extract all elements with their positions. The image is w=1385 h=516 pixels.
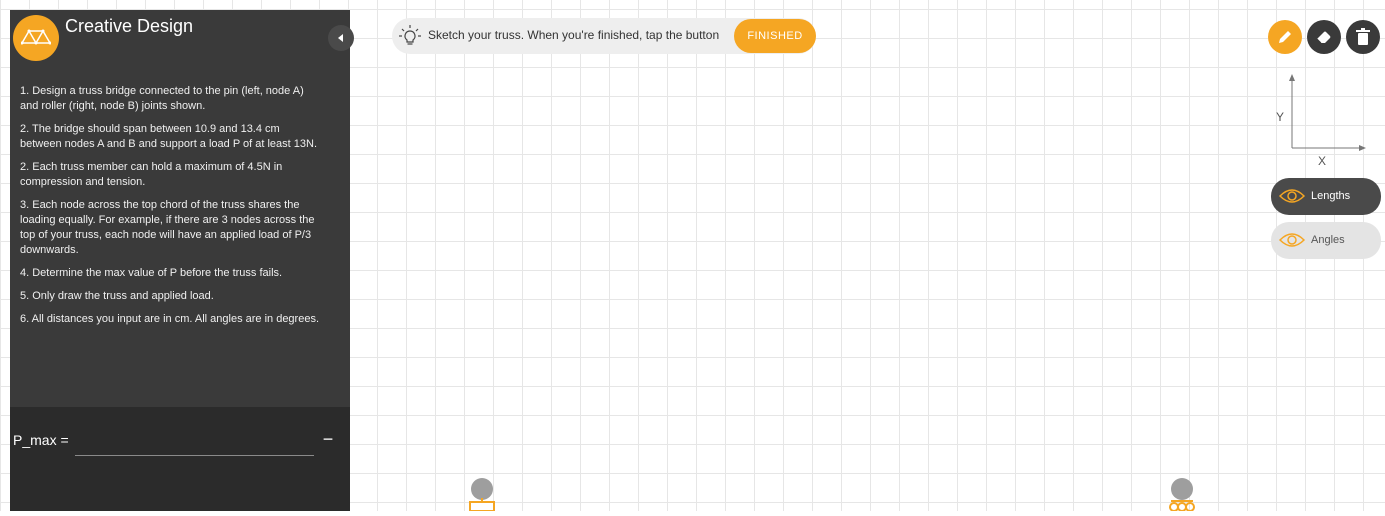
instruction-item: 2. The bridge should span between 10.9 a… [20,123,318,150]
roller-support-icon [1169,478,1195,512]
panel-title: Creative Design [65,16,194,36]
hint-bar: Sketch your truss. When you're finished,… [392,18,816,54]
pencil-tool-button[interactable] [1268,20,1302,54]
instruction-item: 5. Only draw the truss and applied load. [20,290,214,302]
instructions-panel: Creative Design 1. Design a truss bridge… [10,10,350,511]
instruction-item: 1. Design a truss bridge connected to th… [20,85,304,112]
minus-button[interactable]: − [318,425,338,453]
axes-indicator: Y X [1270,72,1370,168]
instructions-list: 1. Design a truss bridge connected to th… [20,84,320,335]
collapse-panel-button[interactable] [328,25,354,51]
p-max-label: P_max = [13,432,69,448]
instruction-item: 4. Determine the max value of P before t… [20,267,283,279]
finished-button[interactable]: FINISHED [734,19,816,53]
pin-support-node-a [462,476,502,516]
lengths-toggle-label: Lengths [1311,190,1351,202]
pencil-icon [1279,31,1291,43]
trash-tool-button[interactable] [1346,20,1380,54]
instruction-item: 6. All distances you input are in cm. Al… [20,313,320,325]
instruction-item: 2. Each truss member can hold a maximum … [20,161,283,188]
angles-toggle-label: Angles [1311,234,1345,246]
panel-header: Creative Design [10,10,350,78]
trash-icon [1356,28,1370,45]
angles-toggle[interactable]: Angles [1271,222,1381,259]
instruction-item: 3. Each node across the top chord of the… [20,199,315,256]
lightbulb-icon [399,25,421,45]
truss-logo-icon [13,15,59,61]
lengths-toggle[interactable]: Lengths [1271,178,1381,215]
pin-support-icon [469,478,495,512]
roller-support-node-b [1162,476,1202,516]
y-axis-label: Y [1276,110,1285,124]
eye-icon [1279,233,1305,247]
chevron-left-icon [338,34,343,42]
hint-text: Sketch your truss. When you're finished,… [428,28,720,42]
p-max-input[interactable] [75,425,314,456]
answer-area: P_max = − [10,407,350,511]
x-axis-label: X [1318,154,1327,168]
eye-icon [1279,189,1305,203]
axes-arrows [1289,74,1366,151]
eraser-tool-button[interactable] [1307,20,1341,54]
eraser-icon [1316,31,1331,44]
